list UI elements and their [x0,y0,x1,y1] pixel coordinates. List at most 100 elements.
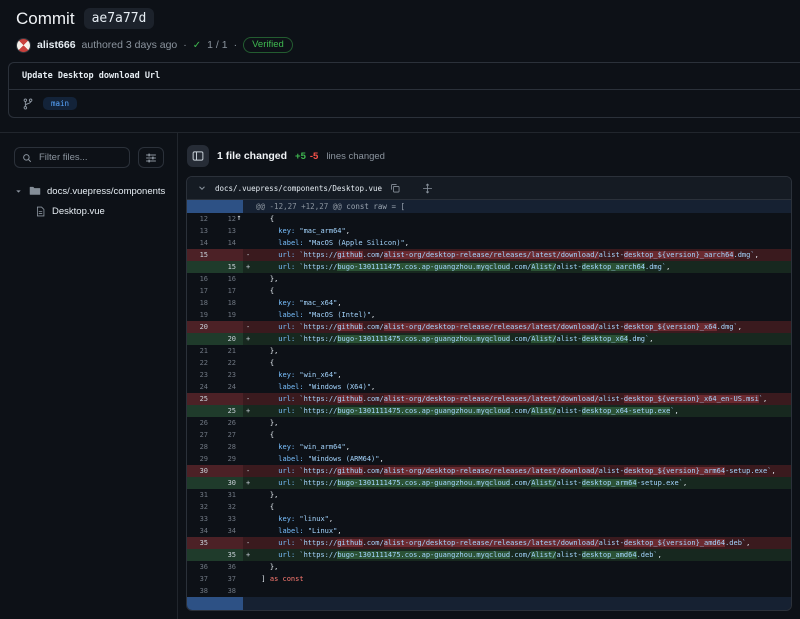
diff-row: 15+ url: `https://bugo-1301111475.cos.ap… [187,261,791,273]
new-line-number[interactable]: 17 [215,285,243,297]
new-line-number[interactable]: 31 [215,489,243,501]
old-line-number[interactable] [187,477,215,489]
new-line-number[interactable]: 33 [215,513,243,525]
new-line-number[interactable]: 35 [215,549,243,561]
new-line-number[interactable]: 29 [215,453,243,465]
old-line-number[interactable]: 37 [187,573,215,585]
new-line-number[interactable]: 22 [215,357,243,369]
code-segment: { [253,359,274,367]
old-line-number[interactable] [187,333,215,345]
old-line-number[interactable]: 25 [187,393,215,405]
code-segment [253,467,278,475]
new-line-number[interactable]: 30 [215,477,243,489]
old-line-number[interactable]: 20 [187,321,215,333]
tree-folder-row[interactable]: docs/.vuepress/components [14,181,164,201]
old-line-number[interactable]: 21 [187,345,215,357]
old-line-number[interactable]: 14 [187,237,215,249]
old-line-number[interactable]: 31 [187,489,215,501]
expand-up-button[interactable]: ↑ [187,200,243,213]
old-line-number[interactable]: 17 [187,285,215,297]
old-line-number[interactable]: 28 [187,441,215,453]
old-line-number[interactable]: 30 [187,465,215,477]
new-line-number[interactable]: 21 [215,345,243,357]
code-line: { [253,429,791,441]
old-line-number[interactable]: 15 [187,249,215,261]
tree-file-row[interactable]: Desktop.vue [14,201,164,221]
code-segment [253,551,278,559]
old-line-number[interactable]: 33 [187,513,215,525]
old-line-number[interactable]: 19 [187,309,215,321]
new-line-number[interactable]: 38 [215,585,243,597]
new-line-number[interactable]: 27 [215,429,243,441]
new-line-number[interactable]: 25 [215,405,243,417]
old-line-number[interactable]: 23 [187,369,215,381]
copy-icon[interactable] [390,183,400,193]
code-segment: "Windows (ARM64)" [308,455,380,463]
new-line-number[interactable]: 36 [215,561,243,573]
new-line-number[interactable]: 15 [215,261,243,273]
old-line-number[interactable]: 22 [187,357,215,369]
author-name[interactable]: alist666 [37,39,76,51]
file-path[interactable]: docs/.vuepress/components/Desktop.vue [215,184,382,193]
code-segment: desktop_aarch64 [582,263,645,271]
old-line-number[interactable]: 32 [187,501,215,513]
code-segment: , [337,299,341,307]
new-line-number[interactable]: 18 [215,297,243,309]
code-segment: url: [278,251,295,259]
new-line-number[interactable]: 14 [215,237,243,249]
new-line-number[interactable] [215,249,243,261]
expand-down-button[interactable]: ↓ [187,597,243,610]
new-line-number[interactable]: 13 [215,225,243,237]
old-line-number[interactable] [187,405,215,417]
old-line-number[interactable]: 29 [187,453,215,465]
old-line-number[interactable]: 38 [187,585,215,597]
new-line-number[interactable]: 16 [215,273,243,285]
code-segment: as const [270,575,304,583]
avatar[interactable] [16,38,31,53]
old-line-number[interactable]: 34 [187,525,215,537]
checks-status[interactable]: 1 / 1 [207,39,227,51]
new-line-number[interactable]: 32 [215,501,243,513]
old-line-number[interactable]: 36 [187,561,215,573]
diff-row: 3333 key: "linux", [187,513,791,525]
new-line-number[interactable]: 19 [215,309,243,321]
new-line-number[interactable]: 23 [215,369,243,381]
code-segment: alist-org/desktop-release/releases/lates… [384,251,599,259]
new-line-number[interactable] [215,321,243,333]
filter-files-input[interactable] [37,151,122,164]
new-line-number[interactable] [215,537,243,549]
new-line-number[interactable] [215,393,243,405]
new-line-number[interactable]: 20 [215,333,243,345]
code-segment: `https:// [299,263,337,271]
old-line-number[interactable]: 13 [187,225,215,237]
code-line: url: `https://github.com/alist-org/deskt… [253,249,791,261]
code-segment: key: [278,299,295,307]
diff-row: 3232 { [187,501,791,513]
diff-row: 3131 }, [187,489,791,501]
diff-marker [243,225,253,237]
filter-options-button[interactable] [138,147,164,168]
new-line-number[interactable] [215,465,243,477]
new-line-number[interactable]: 26 [215,417,243,429]
new-line-number[interactable]: 28 [215,441,243,453]
old-line-number[interactable]: 18 [187,297,215,309]
sidebar-toggle-button[interactable] [187,145,209,167]
expand-all-icon[interactable] [422,183,433,194]
code-segment [253,227,278,235]
old-line-number[interactable]: 27 [187,429,215,441]
old-line-number[interactable]: 12 [187,213,215,225]
old-line-number[interactable] [187,261,215,273]
branch-badge[interactable]: main [43,97,77,110]
new-line-number[interactable]: 24 [215,381,243,393]
old-line-number[interactable]: 35 [187,537,215,549]
new-line-number[interactable]: 34 [215,525,243,537]
new-line-number[interactable]: 12 [215,213,243,225]
new-line-number[interactable]: 37 [215,573,243,585]
old-line-number[interactable] [187,549,215,561]
chevron-down-icon[interactable] [197,183,207,193]
verified-badge[interactable]: Verified [243,37,293,53]
old-line-number[interactable]: 16 [187,273,215,285]
code-segment: github [337,539,362,547]
old-line-number[interactable]: 24 [187,381,215,393]
old-line-number[interactable]: 26 [187,417,215,429]
